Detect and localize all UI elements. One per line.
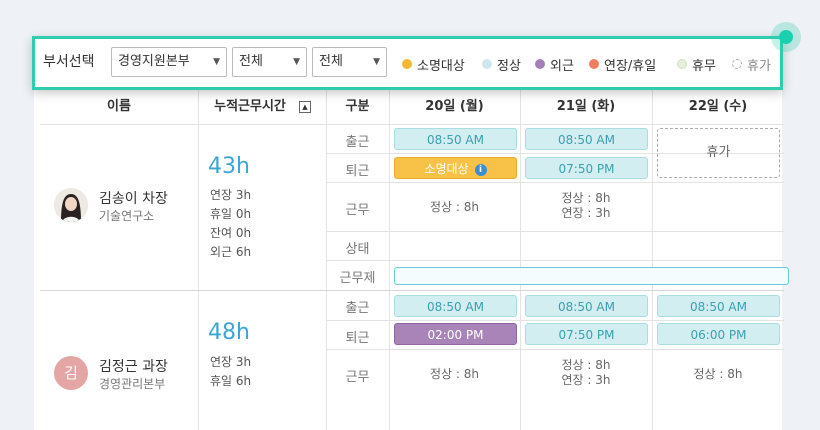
filter-select-3-value: 전체 — [319, 54, 343, 69]
department-select-value: 경영지원본부 — [118, 54, 190, 69]
legend-dot-overtime — [589, 59, 599, 69]
row-label-work: 근무 — [345, 370, 370, 385]
avatar: 김 — [54, 356, 88, 390]
header-type: 구분 — [345, 99, 370, 114]
chevron-down-icon: ▼ — [373, 57, 380, 67]
legend-dot-vacation — [732, 59, 742, 69]
department-select[interactable]: 경영지원본부 ▼ — [111, 47, 227, 77]
row-label-work: 근무 — [345, 203, 370, 218]
legend-label: 연장/휴일 — [604, 58, 657, 74]
legend-item-outside: 외근 — [535, 55, 574, 74]
employee-dept: 기술연구소 — [99, 209, 155, 223]
work-summary: 정상 : 8h — [693, 367, 743, 381]
legend-label: 휴무 — [692, 58, 716, 74]
header-day-20: 20일 (월) — [425, 99, 484, 114]
header-name: 이름 — [107, 99, 131, 114]
chevron-down-icon: ▼ — [213, 57, 220, 67]
sort-up-icon[interactable]: ▲ — [299, 101, 311, 113]
row-label-checkout: 퇴근 — [345, 331, 370, 346]
employee-name[interactable]: 김송이 차장 — [99, 188, 168, 208]
row-label-status: 상태 — [345, 242, 370, 257]
legend-item-overtime: 연장/휴일 — [589, 55, 657, 74]
legend-dot-claim — [402, 59, 412, 69]
row-label-checkout: 퇴근 — [345, 164, 370, 179]
filter-title: 부서선택 — [43, 54, 95, 70]
checkout-chip[interactable]: 07:50 PM — [525, 323, 648, 345]
highlight-knob — [771, 22, 801, 52]
checkout-chip[interactable]: 07:50 PM — [525, 157, 648, 179]
checkout-chip[interactable]: 06:00 PM — [657, 323, 780, 345]
schedule-bar[interactable] — [394, 267, 789, 285]
hours-stats: 연장 3h 휴일 0h 잔여 0h 외근 6h — [210, 188, 252, 259]
work-summary: 정상 : 8h 연장 : 3h — [561, 358, 611, 387]
legend-item-normal: 정상 — [482, 55, 521, 74]
info-icon[interactable]: i — [474, 163, 487, 176]
chip-label: 소명대상 — [424, 162, 469, 176]
total-hours: 43h — [208, 154, 250, 179]
legend-dot-outside — [535, 59, 545, 69]
employee-dept: 경영관리본부 — [99, 377, 166, 391]
legend-item-vacation: 휴가 — [732, 55, 771, 74]
schedule-table: 이름 누적근무시간 ▲ 구분 20일 (월) 21일 (화) 22일 (수) 김… — [40, 90, 789, 430]
checkin-chip[interactable]: 08:50 AM — [394, 128, 517, 150]
legend-dot-off — [677, 59, 687, 69]
legend-label: 소명대상 — [417, 58, 465, 74]
header-day-22: 22일 (수) — [688, 99, 748, 114]
vacation-box[interactable]: 휴가 — [657, 128, 780, 178]
checkout-outside-chip[interactable]: 02:00 PM — [394, 323, 517, 345]
checkin-chip[interactable]: 08:50 AM — [657, 295, 780, 317]
row-label-checkin: 출근 — [345, 135, 370, 150]
checkin-chip[interactable]: 08:50 AM — [525, 295, 648, 317]
employee-name[interactable]: 김정근 과장 — [99, 356, 168, 376]
checkin-chip[interactable]: 08:50 AM — [525, 128, 648, 150]
legend-item-off: 휴무 — [677, 55, 716, 74]
row-label-checkin: 출근 — [345, 301, 370, 316]
avatar — [54, 188, 88, 222]
legend-label: 휴가 — [747, 58, 771, 74]
filter-select-2[interactable]: 전체 ▼ — [232, 47, 307, 77]
checkin-chip[interactable]: 08:50 AM — [394, 295, 517, 317]
total-hours: 48h — [208, 320, 250, 345]
filter-bar: 부서선택 경영지원본부 ▼ 전체 ▼ 전체 ▼ 소명대상 정상 외근 연장/휴일… — [32, 36, 783, 90]
row-label-schedule: 근무제 — [339, 271, 376, 286]
chevron-down-icon: ▼ — [293, 57, 300, 67]
legend-dot-normal — [482, 59, 492, 69]
header-day-21: 21일 (화) — [556, 99, 616, 114]
hours-stats: 연장 3h 휴일 6h — [210, 355, 252, 388]
work-summary: 정상 : 8h — [430, 367, 479, 381]
filter-select-2-value: 전체 — [239, 54, 263, 69]
legend-item-claim: 소명대상 — [402, 55, 465, 74]
work-summary: 정상 : 8h — [430, 200, 479, 214]
header-total-hours[interactable]: 누적근무시간 — [198, 90, 302, 124]
filter-select-3[interactable]: 전체 ▼ — [312, 47, 387, 77]
legend-label: 정상 — [497, 58, 521, 74]
legend-label: 외근 — [550, 58, 574, 74]
checkout-claim-chip[interactable]: 소명대상 i — [394, 157, 517, 179]
work-summary: 정상 : 8h 연장 : 3h — [561, 191, 611, 220]
